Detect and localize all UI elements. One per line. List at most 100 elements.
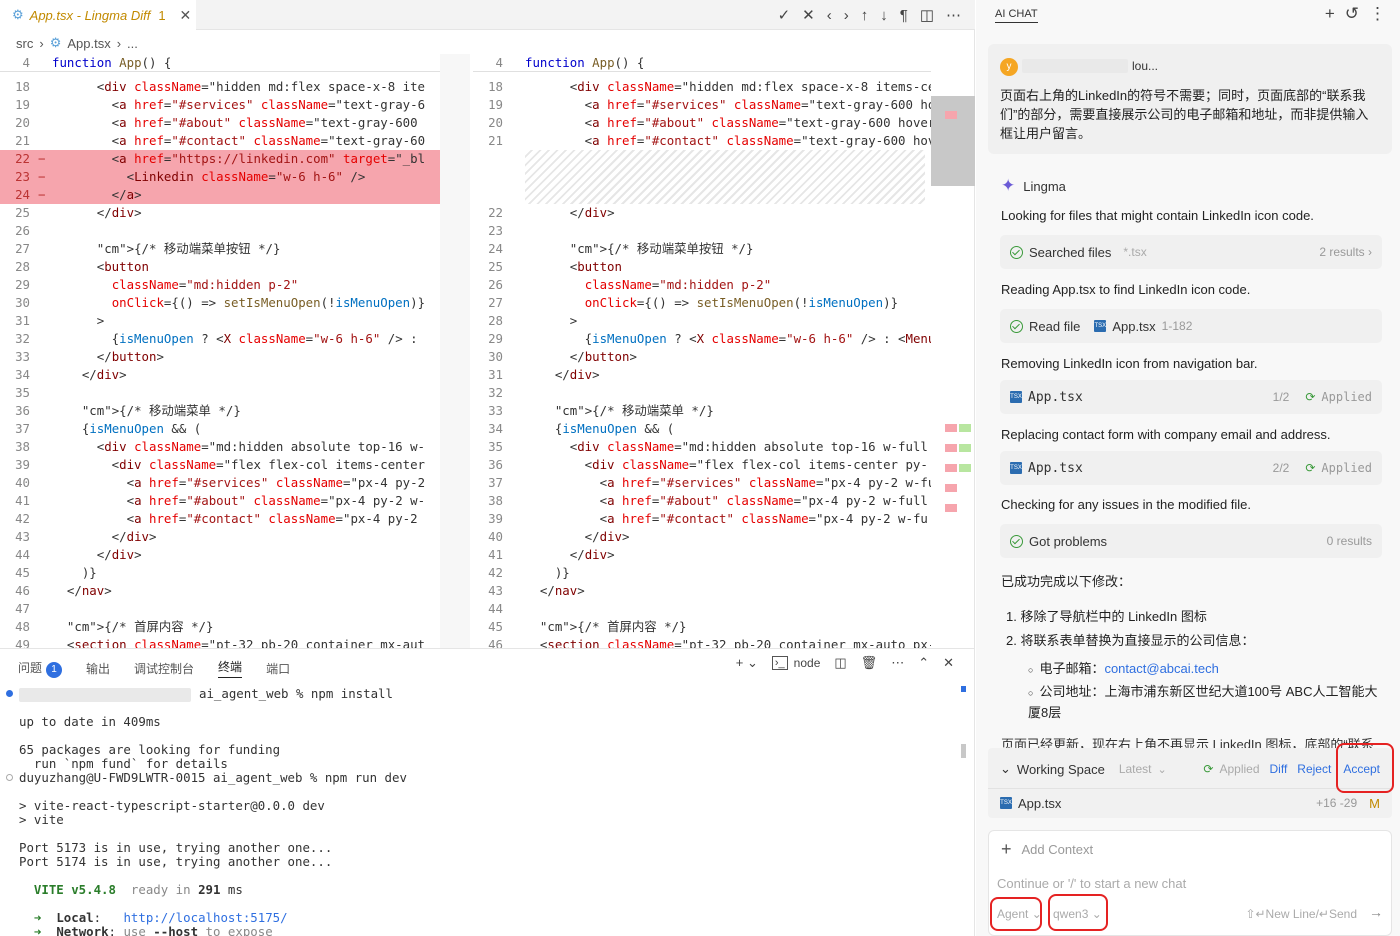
code-text: > — [52, 313, 105, 328]
code-text: <div className="hidden md:flex space-x-8… — [52, 79, 426, 94]
got-problems-card[interactable]: Got problems 0 results — [1000, 524, 1382, 558]
version-select[interactable]: Latest — [1119, 762, 1152, 776]
add-context-button[interactable]: + Add Context — [1001, 839, 1093, 860]
line-number: 36 — [488, 457, 503, 472]
code-line: 42 <a href="#contact" className="px-4 py… — [0, 510, 440, 528]
diff-button[interactable]: Diff — [1270, 762, 1288, 776]
changed-file-row[interactable]: TSX App.tsx +16 -29 M — [1000, 794, 1380, 812]
line-number: 26 — [488, 277, 503, 292]
scroll-thumb[interactable] — [931, 96, 975, 186]
tsx-file-icon: TSX — [1010, 391, 1022, 403]
highlight-accept — [1336, 743, 1394, 793]
tab-output[interactable]: 输出 — [86, 660, 110, 677]
code-line: 46 </nav> — [0, 582, 440, 600]
terminal-icon[interactable]: ›_ — [771, 656, 788, 670]
code-text: <div className="flex flex-col items-cent… — [52, 457, 426, 472]
terminal-status-dot — [6, 690, 13, 697]
line-number: 35 — [15, 385, 30, 400]
lingma-logo-icon: ✦ — [1001, 176, 1016, 195]
tab-problems[interactable]: 问题 1 — [18, 659, 63, 678]
address-label: 公司地址： — [1039, 684, 1105, 699]
line-number: 27 — [15, 241, 30, 256]
tab-ports[interactable]: 端口 — [266, 660, 290, 677]
more-icon[interactable]: ⋯ — [891, 655, 904, 671]
split-icon[interactable]: ◫ — [834, 655, 846, 671]
applied-change-card[interactable]: TSX App.tsx 2/2 ⟳ Applied — [1000, 451, 1382, 485]
terminal-name[interactable]: node — [794, 656, 821, 670]
chevron-left-icon[interactable]: ‹ — [827, 7, 832, 24]
original-pane[interactable]: 4 function App() {18 <div className="hidd… — [0, 54, 440, 648]
email-link[interactable]: contact@abcai.tech — [1104, 661, 1218, 676]
terminal-scrollbar[interactable] — [961, 744, 966, 758]
changed-file-name: App.tsx — [1018, 795, 1062, 811]
chevron-right-icon[interactable]: › — [844, 7, 849, 24]
tsx-file-icon: TSX — [1010, 462, 1022, 474]
code-text: <section className="pt-32 pb-20 containe… — [52, 637, 426, 648]
diff-toolbar: ✓ ✕ ‹ › ↑ ↓ ¶ ◫ ⋯ — [778, 0, 961, 30]
line-number: 40 — [15, 475, 30, 490]
check-icon[interactable]: ✓ — [778, 6, 791, 24]
line-number: 24 — [15, 187, 30, 202]
modified-pane[interactable]: 4 function App() {18 <div className="hidd… — [473, 54, 931, 648]
card-label: Searched files — [1029, 244, 1112, 260]
terminal-output[interactable]: ai_agent_web % npm install up to date in … — [19, 687, 959, 936]
line-number: 31 — [15, 313, 30, 328]
send-icon[interactable]: → — [1369, 904, 1383, 920]
tsx-file-icon: TSX — [1094, 320, 1107, 332]
deleted-line: 22 <a href="https://linkedin.com" target… — [0, 150, 440, 168]
applied-change-card[interactable]: TSX App.tsx 1/2 ⟳ Applied — [1000, 380, 1382, 414]
terminal-line: VITE v5.4.8 ready in 291 ms — [33, 882, 243, 897]
close-icon[interactable]: ✕ — [180, 7, 192, 24]
chevron-up-icon[interactable]: ⌃ — [918, 655, 929, 671]
code-text: <div className="md:hidden absolute top-1… — [525, 439, 928, 454]
line-number: 27 — [488, 295, 503, 310]
line-number: 33 — [15, 349, 30, 364]
close-icon[interactable]: ✕ — [802, 6, 815, 24]
history-icon[interactable]: ↺ — [1345, 4, 1359, 24]
tab-debug-console[interactable]: 调试控制台 — [134, 660, 194, 677]
tsx-file-icon: TSX — [1000, 797, 1012, 809]
code-text: <div className="md:hidden absolute top-1… — [52, 439, 426, 454]
code-text: "cm">{/* 移动端菜单按钮 */} — [96, 241, 281, 256]
plus-icon[interactable]: + — [1325, 4, 1335, 24]
split-icon[interactable]: ◫ — [920, 6, 934, 24]
code-line: 37 {isMenuOpen && ( — [0, 420, 440, 438]
close-icon[interactable]: ✕ — [943, 655, 954, 671]
breadcrumb-more[interactable]: ... — [127, 36, 138, 51]
code-line: 29 className="md:hidden p-2" — [0, 276, 440, 294]
agent-name: Lingma — [1023, 178, 1066, 194]
reject-button[interactable]: Reject — [1297, 762, 1331, 776]
arrow-down-icon[interactable]: ↓ — [880, 7, 888, 24]
arrow-up-icon[interactable]: ↑ — [861, 7, 869, 24]
avatar: y — [1000, 58, 1018, 76]
breadcrumb-file[interactable]: App.tsx — [67, 36, 110, 51]
breadcrumb-src[interactable]: src — [16, 36, 33, 51]
searched-files-card[interactable]: Searched files *.tsx 2 results › — [1000, 235, 1382, 269]
chat-input[interactable]: Continue or '/' to start a new chat — [997, 876, 1186, 891]
tab-app-tsx-diff[interactable]: ⚙ App.tsx - Lingma Diff 1 ✕ — [0, 0, 196, 30]
chat-header: AI CHAT + ↺ ⋮ — [976, 0, 1400, 30]
more-icon[interactable]: ⋮ — [1369, 4, 1386, 24]
code-line: 22 </div> — [473, 204, 931, 222]
tab-terminal[interactable]: 终端 — [218, 658, 243, 678]
code-text: {isMenuOpen ? <X className="w-6 h-6" /> … — [52, 331, 418, 346]
more-icon[interactable]: ⋯ — [946, 6, 961, 24]
summary-item: 2. 将联系表单替换为直接显示的公司信息： — [1006, 633, 1255, 648]
code-text: className="md:hidden p-2" — [111, 277, 299, 292]
line-number: 30 — [15, 295, 30, 310]
diff-marker — [959, 444, 971, 452]
line-number: 31 — [488, 367, 503, 382]
line-number: 39 — [15, 457, 30, 472]
divider — [988, 788, 1392, 789]
read-file-card[interactable]: Read file TSX App.tsx 1-182 — [1000, 309, 1382, 343]
code-line: 35 <div className="md:hidden absolute to… — [473, 438, 931, 456]
plus-icon[interactable]: + ⌄ — [736, 655, 758, 671]
code-text: <section className="pt-32 pb-20 containe… — [525, 637, 931, 648]
trash-icon[interactable]: 🗑 — [861, 655, 878, 671]
working-space-title: Working Space — [1016, 761, 1105, 777]
chevron-down-icon[interactable]: ⌄ — [1000, 761, 1011, 777]
code-line: 43 </nav> — [473, 582, 931, 600]
code-text: <a href="#about" className="text-gray-60… — [525, 115, 931, 130]
tab-title: App.tsx - Lingma Diff — [29, 7, 151, 23]
pilcrow-icon[interactable]: ¶ — [900, 7, 908, 24]
